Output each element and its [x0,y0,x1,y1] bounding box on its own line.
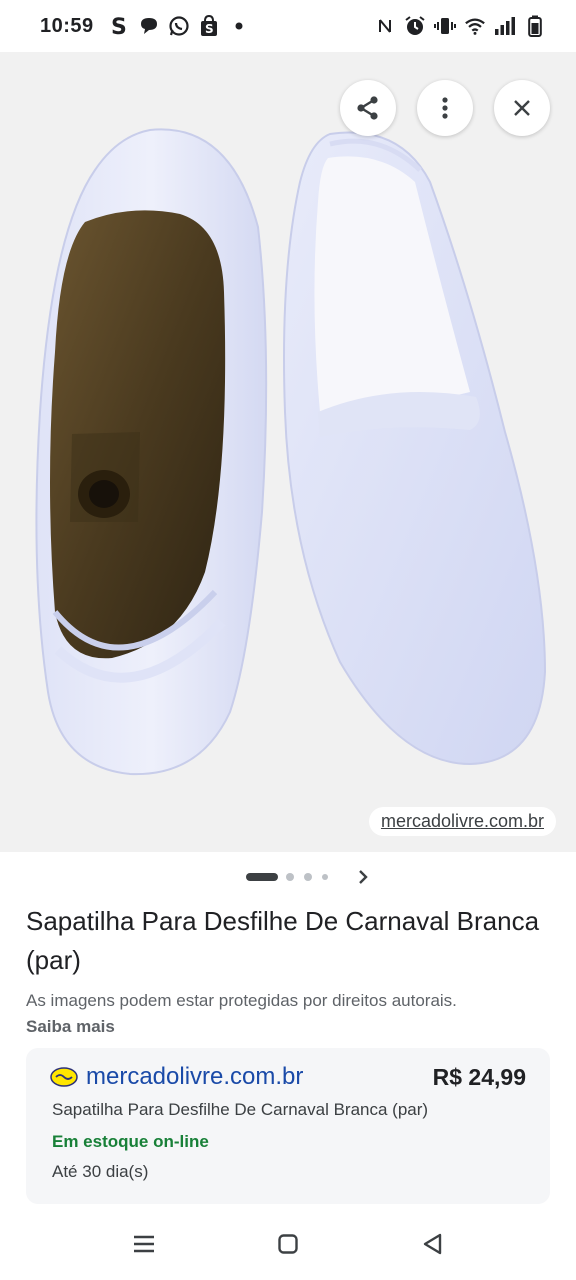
system-icons [374,15,546,37]
chat-icon [138,15,160,37]
more-vert-icon [442,97,448,119]
shopping-bag-icon: S [198,15,220,37]
back-button[interactable] [416,1228,448,1260]
carousel-dot-active [246,873,278,881]
offer-domain-link[interactable]: mercadolivre.com.br [86,1063,303,1091]
learn-more-link[interactable]: Saiba mais [26,1014,115,1040]
copyright-notice: As imagens podem estar protegidas por di… [26,991,457,1010]
carousel-indicator [0,862,576,892]
status-time: 10:59 [40,14,94,37]
status-bar: 10:59 S S [0,0,576,52]
product-title: Sapatilha Para Desfilhe De Carnaval Bran… [26,906,540,975]
carousel-dot [322,874,328,880]
nfc-icon [374,15,396,37]
delivery-time: Até 30 dia(s) [52,1162,149,1181]
whatsapp-icon [168,15,190,37]
chevron-right-icon[interactable] [356,869,370,885]
carousel-dot [304,873,312,881]
close-icon [514,100,530,116]
notification-icons: S S [108,15,250,37]
vibrate-icon [434,15,456,37]
back-triangle-icon [423,1233,442,1255]
s-app-icon: S [108,15,130,37]
offer-product-name: Sapatilha Para Desfilhe De Carnaval Bran… [52,1100,429,1119]
share-icon [357,96,378,120]
wifi-icon [464,15,486,37]
offer-price: R$ 24,99 [432,1063,526,1090]
carousel-dot [286,873,294,881]
stock-status: Em estoque on-line [52,1132,209,1151]
dot-icon [228,15,250,37]
mercadolivre-logo-icon [50,1067,78,1087]
offer-card[interactable]: mercadolivre.com.br R$ 24,99 Sapatilha P… [26,1048,550,1204]
svg-text:S: S [205,22,214,36]
svg-text:S: S [111,15,127,37]
product-image [35,128,547,776]
menu-icon [134,1235,154,1253]
more-options-button[interactable] [417,80,473,136]
home-square-icon [278,1234,298,1254]
source-chip[interactable]: mercadolivre.com.br [368,807,556,836]
battery-icon [524,15,546,37]
alarm-icon [404,15,426,37]
offer-header: mercadolivre.com.br R$ 24,99 [50,1062,526,1092]
image-viewer[interactable]: mercadolivre.com.br [0,52,576,852]
close-button[interactable] [494,80,550,136]
recent-apps-button[interactable] [128,1228,160,1260]
signal-icon [494,15,516,37]
navigation-bar [0,1210,576,1280]
share-button[interactable] [340,80,396,136]
home-button[interactable] [272,1228,304,1260]
